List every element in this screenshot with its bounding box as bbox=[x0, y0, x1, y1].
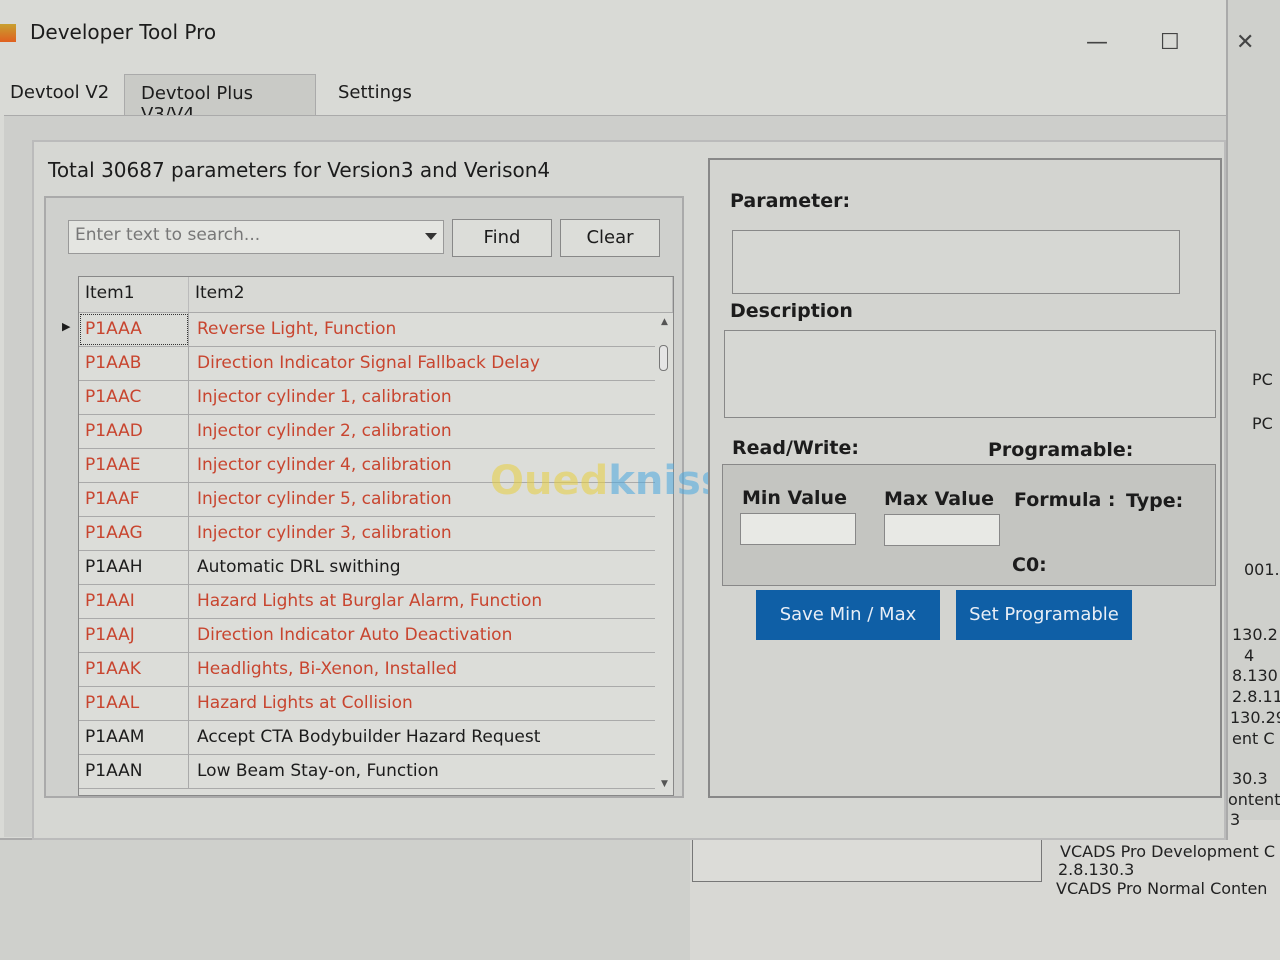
cell-item2[interactable]: Low Beam Stay-on, Function bbox=[189, 755, 673, 788]
description-label: Description bbox=[730, 300, 853, 322]
find-button[interactable]: Find bbox=[452, 219, 552, 257]
close-button[interactable]: ✕ bbox=[1236, 30, 1254, 55]
cell-item1[interactable]: P1AAA bbox=[79, 313, 189, 346]
cell-item2[interactable]: Hazard Lights at Collision bbox=[189, 687, 673, 720]
cell-item1[interactable]: P1AAJ bbox=[79, 619, 189, 652]
cell-item2[interactable]: Headlights, Bi-Xenon, Installed bbox=[189, 653, 673, 686]
cell-item1[interactable]: P1AAI bbox=[79, 585, 189, 618]
table-row[interactable]: P1AAI Hazard Lights at Burglar Alarm, Fun… bbox=[79, 585, 673, 619]
table-row[interactable]: P1AAD Injector cylinder 2, calibration bbox=[79, 415, 673, 449]
parameter-count-heading: Total 30687 parameters for Version3 and … bbox=[48, 158, 551, 182]
bg-text: 8.130 bbox=[1232, 666, 1278, 685]
row-selector-icon: ▶ bbox=[62, 320, 71, 333]
formula-label: Formula : bbox=[1014, 489, 1116, 511]
table-row[interactable]: P1AAL Hazard Lights at Collision bbox=[79, 687, 673, 721]
cell-item1[interactable]: P1AAL bbox=[79, 687, 189, 720]
table-row[interactable]: P1AAK Headlights, Bi-Xenon, Installed bbox=[79, 653, 673, 687]
column-header-item1[interactable]: Item1 bbox=[79, 277, 189, 312]
bg-text: ent C bbox=[1232, 729, 1275, 748]
window-title: Developer Tool Pro bbox=[30, 20, 217, 44]
cell-item2[interactable]: Direction Indicator Signal Fallback Dela… bbox=[189, 347, 673, 380]
tab-settings[interactable]: Settings bbox=[322, 74, 428, 116]
cell-item2[interactable]: Accept CTA Bodybuilder Hazard Request bbox=[189, 721, 673, 754]
vertical-scrollbar[interactable]: ▲ ▼ bbox=[655, 313, 673, 795]
max-value-label: Max Value bbox=[884, 488, 995, 510]
clear-button[interactable]: Clear bbox=[560, 219, 660, 257]
cell-item1[interactable]: P1AAB bbox=[79, 347, 189, 380]
bg-text: PC bbox=[1252, 414, 1273, 433]
cell-item2[interactable]: Reverse Light, Function bbox=[189, 313, 673, 346]
bg-text: 2.8.11 bbox=[1232, 687, 1280, 706]
cell-item1[interactable]: P1AAM bbox=[79, 721, 189, 754]
cell-item2[interactable]: Injector cylinder 1, calibration bbox=[189, 381, 673, 414]
table-row[interactable]: P1AAC Injector cylinder 1, calibration bbox=[79, 381, 673, 415]
max-value-input[interactable] bbox=[884, 514, 1000, 546]
bg-text: VCADS Pro Normal Conten bbox=[1056, 879, 1268, 898]
bg-text: 2.8.130.3 bbox=[1058, 860, 1135, 879]
cell-item1[interactable]: P1AAF bbox=[79, 483, 189, 516]
cell-item1[interactable]: P1AAD bbox=[79, 415, 189, 448]
bg-text: 130.2 bbox=[1232, 625, 1278, 644]
cell-item1[interactable]: P1AAN bbox=[79, 755, 189, 788]
type-label: Type: bbox=[1126, 490, 1184, 512]
tab-devtool-v2[interactable]: Devtool V2 bbox=[0, 74, 125, 116]
table-row[interactable]: P1AAJ Direction Indicator Auto Deactivati… bbox=[79, 619, 673, 653]
background-textbox bbox=[692, 838, 1042, 882]
maximize-button[interactable]: ☐ bbox=[1160, 30, 1180, 55]
min-value-label: Min Value bbox=[742, 487, 847, 509]
set-programable-button[interactable]: Set Programable bbox=[956, 590, 1132, 640]
chevron-down-icon[interactable] bbox=[425, 233, 437, 240]
column-header-item2[interactable]: Item2 bbox=[189, 277, 673, 312]
min-value-input[interactable] bbox=[740, 513, 856, 545]
parameter-label: Parameter: bbox=[730, 190, 851, 212]
scroll-up-icon[interactable]: ▲ bbox=[661, 317, 668, 327]
cell-item1[interactable]: P1AAE bbox=[79, 449, 189, 482]
bg-text: 30.3 bbox=[1232, 769, 1268, 788]
cell-item2[interactable]: Injector cylinder 2, calibration bbox=[189, 415, 673, 448]
bg-text: VCADS Pro Development C bbox=[1060, 842, 1276, 861]
parameter-field[interactable] bbox=[732, 230, 1180, 294]
cell-item2[interactable]: Direction Indicator Auto Deactivation bbox=[189, 619, 673, 652]
cell-item1[interactable]: P1AAC bbox=[79, 381, 189, 414]
bg-text: 001. bbox=[1244, 560, 1280, 579]
cell-item1[interactable]: P1AAH bbox=[79, 551, 189, 584]
search-combobox[interactable]: Enter text to search... bbox=[68, 220, 444, 254]
c0-label: C0: bbox=[1012, 554, 1047, 576]
bg-text: ontent bbox=[1228, 790, 1280, 809]
scrollbar-thumb[interactable] bbox=[659, 345, 668, 371]
app-icon bbox=[0, 24, 16, 42]
scroll-down-icon[interactable]: ▼ bbox=[661, 779, 668, 789]
table-row[interactable]: P1AAB Direction Indicator Signal Fallback… bbox=[79, 347, 673, 381]
table-row[interactable]: P1AAG Injector cylinder 3, calibration bbox=[79, 517, 673, 551]
bg-text: 3 bbox=[1230, 810, 1241, 829]
cell-item2[interactable]: Automatic DRL swithing bbox=[189, 551, 673, 584]
programable-label: Programable: bbox=[988, 439, 1134, 461]
cell-item1[interactable]: P1AAG bbox=[79, 517, 189, 550]
cell-item2[interactable]: Injector cylinder 3, calibration bbox=[189, 517, 673, 550]
grid-header: Item1 Item2 bbox=[79, 277, 673, 313]
table-row[interactable]: P1AAH Automatic DRL swithing bbox=[79, 551, 673, 585]
table-row[interactable]: P1AAN Low Beam Stay-on, Function bbox=[79, 755, 673, 789]
bg-text: PC bbox=[1252, 370, 1273, 389]
table-row[interactable]: P1AAA Reverse Light, Function bbox=[79, 313, 673, 347]
minimize-button[interactable]: — bbox=[1086, 30, 1108, 55]
table-row[interactable]: P1AAM Accept CTA Bodybuilder Hazard Reque… bbox=[79, 721, 673, 755]
bg-text: 4 bbox=[1244, 646, 1255, 665]
parameter-grid: Item1 Item2 P1AAA Reverse Light, Function… bbox=[78, 276, 674, 796]
read-write-label: Read/Write: bbox=[732, 437, 859, 459]
bg-text: 130.29 bbox=[1230, 708, 1280, 727]
search-placeholder: Enter text to search... bbox=[75, 225, 261, 245]
cell-item1[interactable]: P1AAK bbox=[79, 653, 189, 686]
cell-item2[interactable]: Hazard Lights at Burglar Alarm, Function bbox=[189, 585, 673, 618]
save-min-max-button[interactable]: Save Min / Max bbox=[756, 590, 940, 640]
description-field[interactable] bbox=[724, 330, 1216, 418]
tab-devtool-plus[interactable]: Devtool Plus V3/V4 bbox=[124, 74, 316, 125]
